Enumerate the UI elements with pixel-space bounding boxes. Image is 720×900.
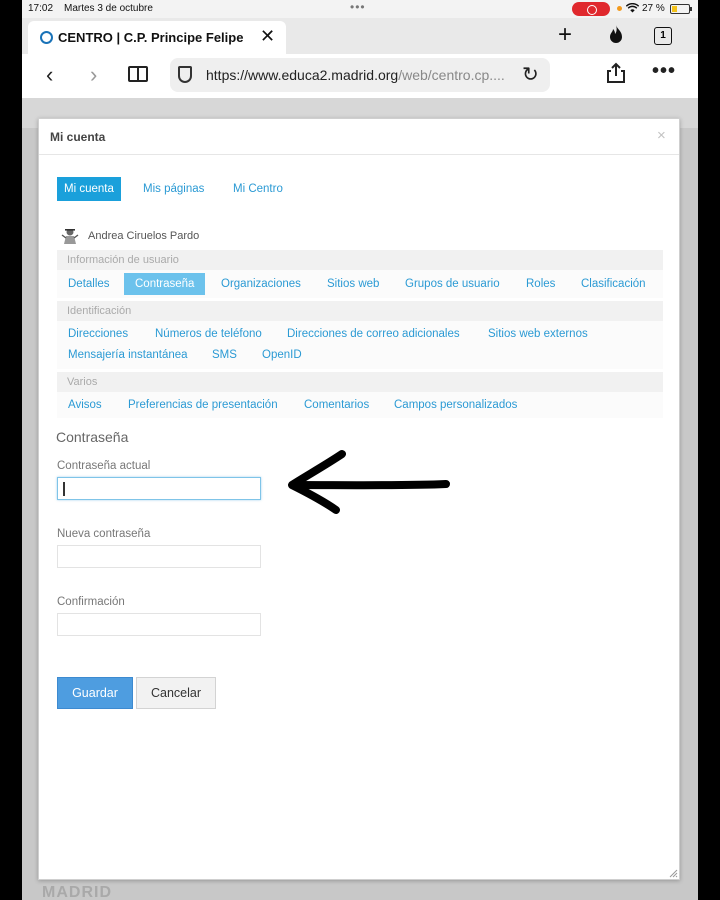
status-bar: 17:02 Martes 3 de octubre ••• 27 % bbox=[22, 0, 698, 18]
link-contrasena[interactable]: Contraseña bbox=[124, 273, 206, 295]
link-clasificacion[interactable]: Clasificación bbox=[581, 273, 646, 295]
status-time: 17:02 bbox=[28, 3, 54, 14]
section-header-user-info: Información de usuario bbox=[57, 250, 663, 270]
dialog-title: Mi cuenta bbox=[50, 130, 106, 144]
link-direcciones-correo[interactable]: Direcciones de correo adicionales bbox=[287, 323, 460, 345]
link-sitios-web[interactable]: Sitios web bbox=[327, 273, 379, 295]
tab-mis-paginas[interactable]: Mis páginas bbox=[136, 177, 211, 201]
link-numeros-de-telefono[interactable]: Números de teléfono bbox=[155, 323, 262, 345]
avatar bbox=[61, 228, 79, 244]
dialog-header: Mi cuenta × bbox=[39, 119, 679, 155]
close-icon[interactable]: × bbox=[657, 127, 666, 144]
tab-mi-centro[interactable]: Mi Centro bbox=[226, 177, 290, 201]
status-date: Martes 3 de octubre bbox=[64, 3, 153, 14]
link-comentarios[interactable]: Comentarios bbox=[304, 394, 369, 416]
link-detalles[interactable]: Detalles bbox=[68, 273, 110, 295]
url-text[interactable]: https://www.educa2.madrid.org/web/centro… bbox=[206, 67, 505, 83]
ipad-screen: 17:02 Martes 3 de octubre ••• 27 % CENTR… bbox=[22, 0, 698, 900]
url-host: https://www.educa2.madrid.org bbox=[206, 67, 399, 83]
section-header-identification: Identificación bbox=[57, 301, 663, 321]
wifi-icon bbox=[625, 2, 640, 16]
more-icon[interactable]: ••• bbox=[652, 60, 676, 83]
section-body-misc: Avisos Preferencias de presentación Come… bbox=[57, 392, 663, 418]
address-bar[interactable]: https://www.educa2.madrid.org/web/centro… bbox=[170, 58, 550, 92]
current-password-label: Contraseña actual bbox=[57, 460, 151, 472]
browser-tab[interactable]: CENTRO | C.P. Principe Felipe | ✕ bbox=[28, 21, 286, 54]
confirm-password-field[interactable] bbox=[57, 613, 261, 636]
new-tab-button[interactable]: + bbox=[558, 21, 572, 49]
browser-tab-bar: CENTRO | C.P. Principe Felipe | ✕ + 1 bbox=[22, 18, 698, 54]
current-password-field[interactable] bbox=[57, 477, 261, 500]
section-header-misc: Varios bbox=[57, 372, 663, 392]
url-path: /web/centro.cp.... bbox=[398, 67, 505, 83]
shield-icon[interactable] bbox=[178, 66, 192, 83]
save-button[interactable]: Guardar bbox=[57, 677, 133, 709]
link-organizaciones[interactable]: Organizaciones bbox=[221, 273, 301, 295]
link-direcciones[interactable]: Direcciones bbox=[68, 323, 128, 345]
tab-overview-button[interactable]: 1 bbox=[654, 27, 672, 45]
site-favicon-icon bbox=[40, 31, 53, 44]
form-title: Contraseña bbox=[56, 429, 129, 445]
fire-icon[interactable] bbox=[608, 24, 624, 49]
multitasking-dots-icon[interactable]: ••• bbox=[350, 0, 366, 14]
reload-icon[interactable]: ↻ bbox=[522, 62, 539, 87]
user-name: Andrea Ciruelos Pardo bbox=[88, 230, 200, 242]
back-button[interactable]: ‹ bbox=[46, 62, 53, 88]
link-roles[interactable]: Roles bbox=[526, 273, 555, 295]
arrow-annotation-icon bbox=[288, 450, 450, 514]
close-tab-icon[interactable]: ✕ bbox=[260, 26, 275, 47]
new-password-label: Nueva contraseña bbox=[57, 528, 151, 540]
mic-indicator-icon bbox=[617, 6, 622, 11]
link-sitios-web-externos[interactable]: Sitios web externos bbox=[488, 323, 588, 345]
browser-toolbar: ‹ › https://www.educa2.madrid.org/web/ce… bbox=[22, 54, 698, 98]
new-password-field[interactable] bbox=[57, 545, 261, 568]
link-mensajeria-instantanea[interactable]: Mensajería instantánea bbox=[68, 344, 188, 366]
tab-mi-cuenta[interactable]: Mi cuenta bbox=[57, 177, 121, 201]
confirm-password-label: Confirmación bbox=[57, 596, 125, 608]
link-preferencias-presentacion[interactable]: Preferencias de presentación bbox=[128, 394, 278, 416]
resize-handle-icon[interactable] bbox=[669, 869, 678, 878]
screen-record-icon[interactable] bbox=[572, 2, 610, 16]
book-icon[interactable] bbox=[128, 66, 148, 82]
text-caret bbox=[63, 482, 65, 496]
section-body-identification: Direcciones Números de teléfono Direccio… bbox=[57, 321, 663, 369]
backdrop-footer-text: MADRID bbox=[42, 884, 112, 900]
share-icon[interactable] bbox=[606, 62, 626, 90]
link-campos-personalizados[interactable]: Campos personalizados bbox=[394, 394, 517, 416]
battery-icon bbox=[670, 4, 692, 14]
tab-title: CENTRO | C.P. Principe Felipe | bbox=[58, 30, 248, 45]
link-sms[interactable]: SMS bbox=[212, 344, 237, 366]
link-grupos-de-usuario[interactable]: Grupos de usuario bbox=[405, 273, 500, 295]
section-body-user-info: Detalles Contraseña Organizaciones Sitio… bbox=[57, 270, 663, 298]
forward-button[interactable]: › bbox=[90, 62, 97, 88]
link-avisos[interactable]: Avisos bbox=[68, 394, 102, 416]
cancel-button[interactable]: Cancelar bbox=[136, 677, 216, 709]
link-openid[interactable]: OpenID bbox=[262, 344, 302, 366]
battery-percent: 27 % bbox=[642, 3, 665, 14]
